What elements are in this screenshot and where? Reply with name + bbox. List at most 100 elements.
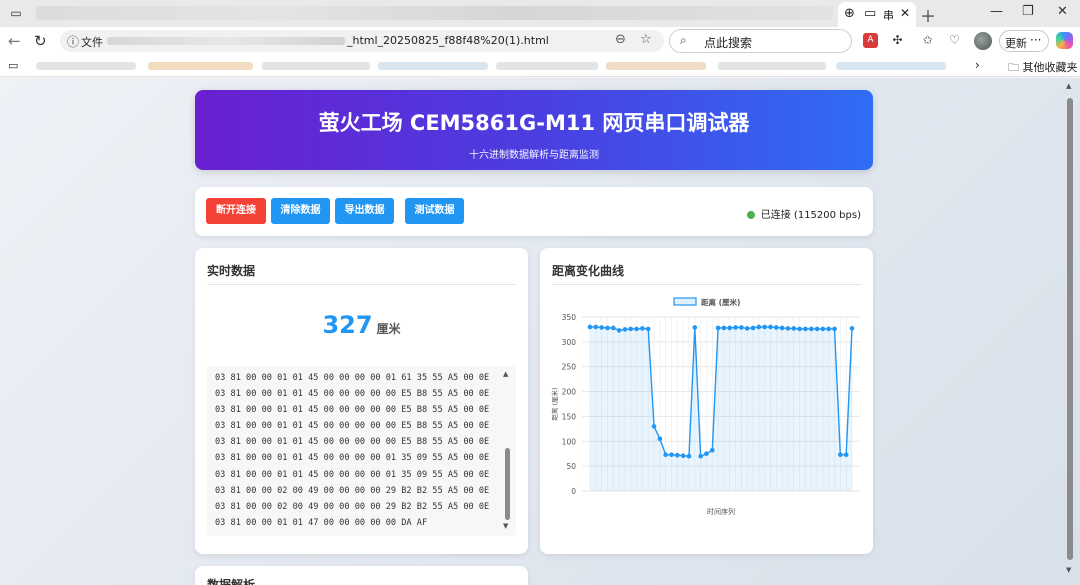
distance-readout: 327 厘米 <box>195 311 528 339</box>
data-point <box>610 325 616 331</box>
data-point <box>616 328 622 333</box>
close-window-icon[interactable]: ✕ <box>1057 4 1068 19</box>
extensions-icon[interactable]: ✣ <box>890 33 905 48</box>
more-icon: ··· <box>1030 33 1042 47</box>
update-label: 更新 <box>1005 37 1027 50</box>
connection-status: 已连接 (115200 bps) <box>746 206 861 221</box>
data-point <box>843 452 849 458</box>
y-tick-label: 200 <box>562 388 577 397</box>
y-tick-label: 350 <box>562 313 577 322</box>
blurred-bookmark[interactable] <box>836 62 946 70</box>
minimize-icon[interactable]: — <box>990 4 1003 19</box>
page-title: 萤火工场 CEM5861G-M11 网页串口调试器 <box>318 111 750 135</box>
legend-label: 距离 (厘米) <box>701 297 740 307</box>
distance-unit: 厘米 <box>376 322 401 336</box>
other-bookmarks-label: 其他收藏夹 <box>1022 61 1078 74</box>
bookmarks-bar: ▭ › 🗀 其他收藏夹 <box>0 55 1080 77</box>
hex-log-scrollbar[interactable]: ▲ ▼ <box>503 370 512 530</box>
data-point <box>803 326 808 332</box>
address-bar-row: ← ↻ ⓘ 文件 _html_20250825_f88f48%20(1).htm… <box>0 27 1080 55</box>
blurred-bookmark[interactable] <box>606 62 706 70</box>
data-point <box>744 326 750 331</box>
scroll-down-icon[interactable]: ▼ <box>1066 566 1071 574</box>
data-point <box>675 452 680 458</box>
y-tick-label: 150 <box>562 412 577 421</box>
y-tick-label: 250 <box>562 363 577 372</box>
data-point <box>750 325 756 331</box>
data-point <box>808 326 814 332</box>
test-data-button[interactable]: 测试数据 <box>405 198 464 224</box>
search-box[interactable]: ⌕ 点此搜索 <box>669 29 852 53</box>
tab-actions-icon[interactable]: ▭ <box>8 5 24 21</box>
data-point <box>739 325 744 330</box>
export-data-button[interactable]: 导出数据 <box>335 198 394 224</box>
data-point <box>698 453 703 459</box>
data-point <box>797 326 802 332</box>
blurred-bookmark[interactable] <box>262 62 370 70</box>
clear-data-button[interactable]: 清除数据 <box>271 198 330 224</box>
blurred-bookmark[interactable] <box>378 62 488 70</box>
data-point <box>762 324 767 330</box>
y-tick-label: 50 <box>566 462 576 471</box>
data-point <box>826 326 832 332</box>
new-tab-icon[interactable]: ＋ <box>920 3 936 27</box>
blurred-bookmark[interactable] <box>36 62 136 70</box>
data-point <box>768 324 773 330</box>
parse-title: 数据解析 <box>207 578 256 585</box>
health-icon[interactable]: ♡ <box>947 33 962 48</box>
data-point <box>593 324 599 330</box>
audio-icon: ▭ <box>864 6 877 21</box>
url-bar[interactable]: ⓘ 文件 _html_20250825_f88f48%20(1).html ⊖ … <box>60 30 664 52</box>
data-point <box>692 325 698 330</box>
distance-value: 327 <box>322 311 373 339</box>
profile-avatar[interactable] <box>974 32 992 50</box>
info-icon[interactable]: ⓘ <box>67 33 79 50</box>
translate-extension-icon[interactable]: A <box>863 33 878 48</box>
other-bookmarks[interactable]: 🗀 其他收藏夹 <box>1008 59 1078 78</box>
y-tick-label: 100 <box>562 437 577 446</box>
y-axis-label: 距离 (厘米) <box>550 387 559 420</box>
scroll-down-icon[interactable]: ▼ <box>503 522 508 530</box>
data-point <box>727 325 733 331</box>
zoom-icon[interactable]: ⊖ <box>615 32 626 47</box>
reading-list-icon[interactable]: ▭ <box>8 59 18 72</box>
data-point <box>709 447 715 453</box>
data-point <box>651 424 657 429</box>
refresh-icon[interactable]: ↻ <box>34 32 47 50</box>
hex-log[interactable]: 03 81 00 00 01 01 45 00 00 00 00 01 61 3… <box>207 366 516 536</box>
scroll-up-icon[interactable]: ▲ <box>503 370 508 378</box>
back-icon[interactable]: ← <box>8 32 21 50</box>
search-icon: ⌕ <box>680 33 687 47</box>
chevron-right-icon[interactable]: › <box>975 58 980 72</box>
blurred-bookmark[interactable] <box>718 62 826 70</box>
data-point <box>785 326 791 331</box>
data-point <box>622 327 628 332</box>
blurred-bookmark[interactable] <box>496 62 598 70</box>
favorites-icon[interactable]: ✩ <box>920 33 935 48</box>
close-tab-icon[interactable]: ✕ <box>900 6 910 20</box>
maximize-icon[interactable]: ❐ <box>1022 4 1034 19</box>
data-point <box>669 452 674 458</box>
x-axis-label: 时间序列 <box>707 507 735 516</box>
page-subtitle: 十六进制数据解析与距离监测 <box>469 150 599 161</box>
blurred-url-path <box>107 37 345 45</box>
scroll-up-icon[interactable]: ▲ <box>1066 82 1071 90</box>
data-point <box>657 436 663 442</box>
favorite-star-icon[interactable]: ☆ <box>640 32 652 47</box>
disconnect-button[interactable]: 断开连接 <box>206 198 266 224</box>
data-point <box>774 325 779 330</box>
page-scrollbar[interactable]: ▲ ▼ <box>1066 82 1074 580</box>
page-viewport: 萤火工场 CEM5861G-M11 网页串口调试器 十六进制数据解析与距离监测 … <box>0 78 1080 585</box>
scroll-thumb[interactable] <box>505 448 510 520</box>
copilot-icon[interactable] <box>1056 32 1073 49</box>
distance-line-chart: 0 50 100 150 200 250 300 350 距离 (厘米) 时间序列 距离 (厘米) <box>550 297 860 516</box>
update-button[interactable]: 更新 ··· <box>999 30 1049 52</box>
globe-icon: ⊕ <box>844 6 855 21</box>
blurred-bookmark[interactable] <box>148 62 253 70</box>
tab-title: 串 <box>883 9 894 22</box>
status-dot <box>746 211 755 219</box>
data-point <box>820 326 826 332</box>
page-scroll-thumb[interactable] <box>1067 98 1073 560</box>
data-point <box>733 325 738 330</box>
active-tab[interactable]: ⊕ ▭ 串 ✕ <box>838 2 916 27</box>
